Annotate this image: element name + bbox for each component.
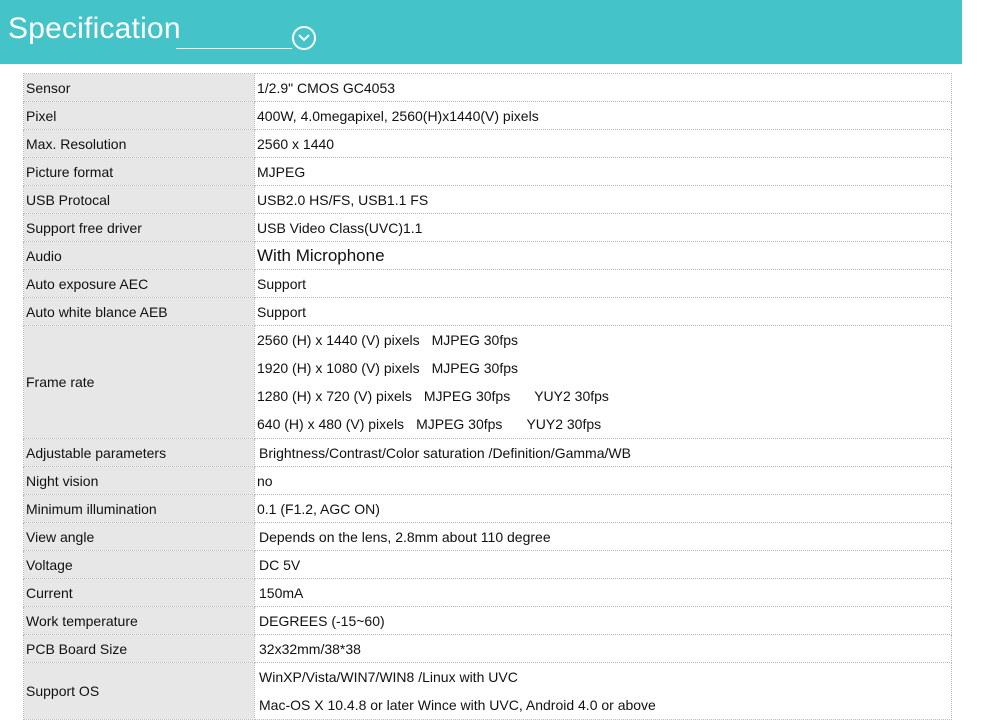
frame-rate-resolution: 1920 (H) x 1080 (V) pixels bbox=[257, 360, 420, 376]
spec-value: USB2.0 HS/FS, USB1.1 FS bbox=[254, 185, 952, 214]
table-row: Minimum illumination 0.1 (F1.2, AGC ON) bbox=[23, 494, 952, 523]
table-row: USB Protocal USB2.0 HS/FS, USB1.1 FS bbox=[23, 185, 952, 214]
table-row: Support OS WinXP/Vista/WIN7/WIN8 /Linux … bbox=[23, 662, 952, 720]
spec-label: Auto exposure AEC bbox=[23, 269, 255, 298]
frame-rate-format: YUY2 30fps bbox=[534, 388, 609, 404]
frame-rate-format: MJPEG 30fps bbox=[423, 388, 511, 404]
table-row: View angle Depends on the lens, 2.8mm abo… bbox=[23, 522, 952, 551]
frame-rate-values: 2560 (H) x 1440 (V) pixels MJPEG 30fps 19… bbox=[254, 325, 952, 439]
spec-label: Work temperature bbox=[23, 606, 255, 635]
table-row: Auto exposure AEC Support bbox=[23, 269, 952, 298]
table-row: Voltage DC 5V bbox=[23, 550, 952, 579]
table-row: Max. Resolution 2560 x 1440 bbox=[23, 129, 952, 158]
frame-rate-format: MJPEG 30fps bbox=[431, 332, 519, 348]
page-title: Specification bbox=[8, 12, 181, 45]
frame-rate-line: 2560 (H) x 1440 (V) pixels MJPEG 30fps bbox=[257, 327, 951, 355]
table-row: Frame rate 2560 (H) x 1440 (V) pixels MJP… bbox=[23, 325, 952, 439]
spec-header: Specification bbox=[0, 0, 962, 64]
chevron-down-icon bbox=[298, 34, 310, 42]
spec-label: Night vision bbox=[23, 466, 255, 495]
table-row: Work temperature DEGREES (-15~60) bbox=[23, 606, 952, 635]
spec-value: 400W, 4.0megapixel, 2560(H)x1440(V) pixe… bbox=[254, 101, 952, 130]
frame-rate-format: MJPEG 30fps bbox=[431, 360, 519, 376]
spec-value: Support bbox=[254, 297, 952, 326]
table-row: Audio With Microphone bbox=[23, 241, 952, 270]
spec-label: Adjustable parameters bbox=[23, 438, 255, 467]
spec-value: no bbox=[254, 466, 952, 495]
support-os-values: WinXP/Vista/WIN7/WIN8 /Linux with UVC Ma… bbox=[254, 662, 952, 720]
frame-rate-resolution: 640 (H) x 480 (V) pixels bbox=[257, 416, 405, 432]
spec-value: Support bbox=[254, 269, 952, 298]
spec-label: Auto white blance AEB bbox=[23, 297, 255, 326]
table-row: Night vision no bbox=[23, 466, 952, 495]
spec-label: Support OS bbox=[23, 662, 255, 720]
spec-label: Voltage bbox=[23, 550, 255, 579]
table-row: Support free driver USB Video Class(UVC)1… bbox=[23, 213, 952, 242]
spec-value: USB Video Class(UVC)1.1 bbox=[254, 213, 952, 242]
frame-rate-format: YUY2 30fps bbox=[526, 416, 602, 432]
support-os-line: WinXP/Vista/WIN7/WIN8 /Linux with UVC bbox=[259, 669, 518, 685]
title-underline bbox=[176, 48, 292, 49]
spec-table: Sensor 1/2.9" CMOS GC4053 Pixel 400W, 4.0m… bbox=[23, 73, 952, 720]
spec-value: DC 5V bbox=[254, 550, 952, 579]
spec-value: Brightness/Contrast/Color saturation /De… bbox=[254, 438, 952, 467]
spec-value: 2560 x 1440 bbox=[254, 129, 952, 158]
frame-rate-format: MJPEG 30fps bbox=[416, 416, 503, 432]
spec-value: Depends on the lens, 2.8mm about 110 deg… bbox=[254, 522, 952, 551]
frame-rate-line: 640 (H) x 480 (V) pixels MJPEG 30fps YUY2 … bbox=[257, 410, 951, 438]
spec-label: PCB Board Size bbox=[23, 634, 255, 663]
frame-rate-resolution: 1280 (H) x 720 (V) pixels bbox=[257, 388, 412, 404]
spec-value: 0.1 (F1.2, AGC ON) bbox=[254, 494, 952, 523]
frame-rate-resolution: 2560 (H) x 1440 (V) pixels bbox=[257, 332, 420, 348]
spec-value: With Microphone bbox=[254, 241, 952, 270]
table-row: Sensor 1/2.9" CMOS GC4053 bbox=[23, 73, 952, 102]
table-row: Auto white blance AEB Support bbox=[23, 297, 952, 326]
spec-value: 150mA bbox=[254, 578, 952, 607]
frame-rate-line: 1280 (H) x 720 (V) pixels MJPEG 30fps YUY2… bbox=[257, 382, 951, 410]
table-row: Adjustable parameters Brightness/Contrast… bbox=[23, 438, 952, 467]
spec-label: Picture format bbox=[23, 157, 255, 186]
table-row: Pixel 400W, 4.0megapixel, 2560(H)x1440(V)… bbox=[23, 101, 952, 130]
table-row: PCB Board Size 32x32mm/38*38 bbox=[23, 634, 952, 663]
table-row: Picture format MJPEG bbox=[23, 157, 952, 186]
spec-value: 1/2.9" CMOS GC4053 bbox=[254, 73, 952, 102]
spec-label: View angle bbox=[23, 522, 255, 551]
support-os-line: Mac-OS X 10.4.8 or later Wince with UVC,… bbox=[259, 697, 656, 713]
spec-label: Minimum illumination bbox=[23, 494, 255, 523]
expand-button[interactable] bbox=[292, 26, 316, 50]
spec-label: Current bbox=[23, 578, 255, 607]
frame-rate-line: 1920 (H) x 1080 (V) pixels MJPEG 30fps bbox=[257, 354, 951, 382]
spec-label: USB Protocal bbox=[23, 185, 255, 214]
spec-label: Sensor bbox=[23, 73, 255, 102]
spec-label: Support free driver bbox=[23, 213, 255, 242]
spec-value: DEGREES (-15~60) bbox=[254, 606, 952, 635]
table-row: Current 150mA bbox=[23, 578, 952, 607]
spec-label: Pixel bbox=[23, 101, 255, 130]
spec-label: Max. Resolution bbox=[23, 129, 255, 158]
spec-value: MJPEG bbox=[254, 157, 952, 186]
spec-label: Frame rate bbox=[23, 325, 255, 439]
spec-value: 32x32mm/38*38 bbox=[254, 634, 952, 663]
spec-label: Audio bbox=[23, 241, 255, 270]
